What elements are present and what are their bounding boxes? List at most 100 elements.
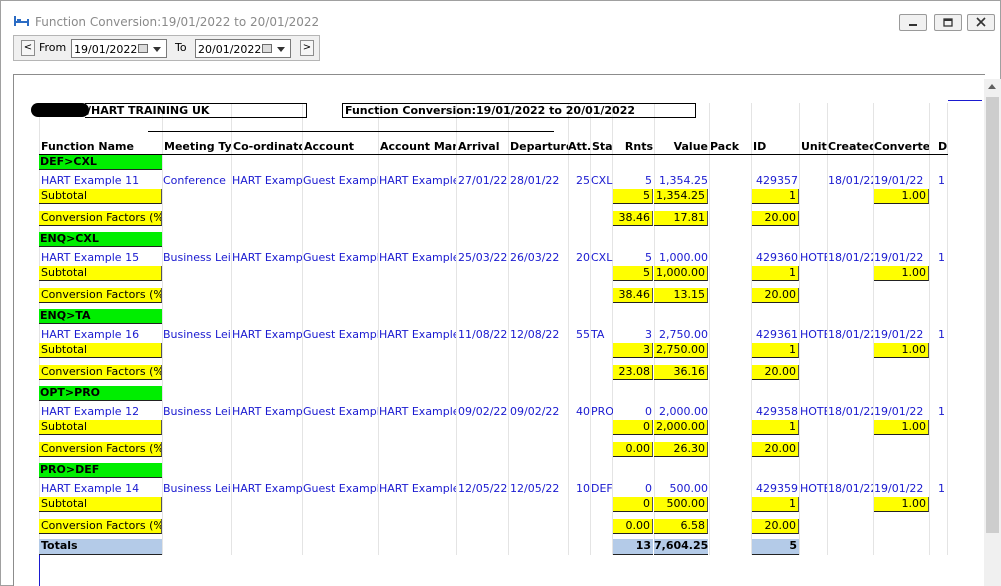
calendar-icon[interactable] <box>262 44 272 53</box>
chevron-down-icon[interactable] <box>153 47 161 52</box>
subtotal-label: Subtotal <box>39 189 162 204</box>
factors-value: 26.30 <box>654 442 708 457</box>
table-cell-d: 1 <box>938 174 945 187</box>
grid-line <box>929 103 930 555</box>
table-cell-function: HART Example 15 <box>41 251 140 264</box>
group-header: OPT>PRO <box>39 386 162 401</box>
table-cell-acct_mgr: HART Example <box>379 174 456 187</box>
restore-button[interactable] <box>934 14 962 31</box>
table-cell-rnts: 5 <box>645 251 652 264</box>
column-header: Value <box>673 140 708 153</box>
subtotal-converted: 1.00 <box>874 189 929 204</box>
factors-id: 20.00 <box>752 211 799 226</box>
report-heading: Function Conversion:19/01/2022 to 20/01/… <box>342 103 696 118</box>
table-cell-function: HART Example 11 <box>41 174 140 187</box>
header-underline <box>39 154 948 155</box>
table-cell-converted: 19/01/22 <box>874 328 924 341</box>
table-cell-unit: HOTE <box>800 482 827 495</box>
group-header: DEF>CXL <box>39 155 162 170</box>
factors-label: Conversion Factors (%) <box>39 519 162 534</box>
group-header: PRO>DEF <box>39 463 162 478</box>
from-date-value: 19/01/2022 <box>74 43 138 56</box>
table-cell-created: 18/01/22 <box>828 328 873 341</box>
table-cell-departure: 09/02/22 <box>510 405 560 418</box>
to-date-picker[interactable]: 20/01/2022 <box>195 39 291 58</box>
table-cell-created: 18/01/22 <box>828 405 873 418</box>
table-cell-value: 2,750.00 <box>659 328 708 341</box>
column-header: Created <box>828 140 873 153</box>
table-cell-arrival: 25/03/22 <box>458 251 508 264</box>
table-cell-acct_mgr: HART Example <box>379 328 456 341</box>
column-header: Sta <box>592 140 612 153</box>
table-cell-value: 1,354.25 <box>659 174 708 187</box>
factors-label: Conversion Factors (%) <box>39 442 162 457</box>
column-header: Unit <box>801 140 827 153</box>
table-cell-status: CXL <box>591 174 613 187</box>
table-cell-unit: HOTE <box>800 405 827 418</box>
table-cell-id: 429359 <box>756 482 798 495</box>
factors-rnts: 0.00 <box>613 519 653 534</box>
table-cell-att: 40 <box>576 405 590 418</box>
subtotal-label: Subtotal <box>39 266 162 281</box>
table-cell-arrival: 11/08/22 <box>458 328 508 341</box>
factors-value: 17.81 <box>654 211 708 226</box>
table-cell-unit <box>800 174 827 187</box>
table-cell-converted: 19/01/22 <box>874 251 924 264</box>
totals-label: Totals <box>39 539 162 555</box>
column-header: Co-ordinato <box>233 140 302 153</box>
table-cell-meeting: Business Leisu <box>163 482 231 495</box>
table-cell-id: 429361 <box>756 328 798 341</box>
scrollbar-thumb[interactable] <box>986 97 999 533</box>
table-cell-d: 1 <box>938 328 945 341</box>
title-bar: Function Conversion:19/01/2022 to 20/01/… <box>1 1 1000 36</box>
subtotal-value: 2,000.00 <box>654 420 708 435</box>
table-cell-rnts: 0 <box>645 482 652 495</box>
prev-period-button[interactable]: < <box>21 40 35 56</box>
chevron-down-icon[interactable] <box>277 47 285 52</box>
subtotal-value: 2,750.00 <box>654 343 708 358</box>
column-header: Account <box>304 140 355 153</box>
table-cell-coord: HART Example <box>232 328 302 341</box>
group-header: ENQ>CXL <box>39 232 162 247</box>
grid-line <box>456 103 457 555</box>
from-date-picker[interactable]: 19/01/2022 <box>71 39 167 58</box>
vertical-scrollbar[interactable] <box>984 79 1001 586</box>
table-cell-coord: HART Example <box>232 482 302 495</box>
right-rule <box>948 100 982 101</box>
column-header: Rnts <box>624 140 653 153</box>
table-cell-created: 18/01/22 <box>828 482 873 495</box>
minimize-button[interactable] <box>899 14 927 31</box>
from-label: From <box>39 41 67 54</box>
totals-id: 5 <box>752 539 799 555</box>
calendar-icon[interactable] <box>138 44 148 53</box>
table-cell-d: 1 <box>938 405 945 418</box>
table-cell-status: TA <box>591 328 605 341</box>
table-cell-d: 1 <box>938 251 945 264</box>
table-cell-departure: 28/01/22 <box>510 174 560 187</box>
left-margin-rule <box>39 555 40 586</box>
subtotal-converted: 1.00 <box>874 497 929 512</box>
scroll-up-icon[interactable] <box>988 84 996 89</box>
table-cell-meeting: Business Leisu <box>163 405 231 418</box>
next-period-button[interactable]: > <box>300 40 314 56</box>
subtotal-id: 1 <box>752 266 799 281</box>
window-title: Function Conversion:19/01/2022 to 20/01/… <box>35 15 320 29</box>
subtotal-rnts: 0 <box>613 497 653 512</box>
table-cell-acct_mgr: HART Example <box>379 482 456 495</box>
to-date-value: 20/01/2022 <box>198 43 262 56</box>
table-cell-converted: 19/01/22 <box>874 174 924 187</box>
redacted-logo <box>31 103 89 117</box>
close-button[interactable] <box>967 14 995 31</box>
subtotal-converted: 1.00 <box>874 343 929 358</box>
column-header: Pack <box>710 140 740 153</box>
table-cell-account: Guest Example <box>303 405 378 418</box>
subtotal-label: Subtotal <box>39 497 162 512</box>
report-company: /HART TRAINING UK <box>85 103 307 118</box>
table-cell-acct_mgr: HART Example <box>379 251 456 264</box>
table-cell-departure: 12/08/22 <box>510 328 560 341</box>
table-cell-unit: HOTE <box>800 328 827 341</box>
table-cell-account: Guest Example <box>303 251 378 264</box>
table-cell-account: Guest Example <box>303 328 378 341</box>
factors-rnts: 38.46 <box>613 211 653 226</box>
factors-id: 20.00 <box>752 442 799 457</box>
